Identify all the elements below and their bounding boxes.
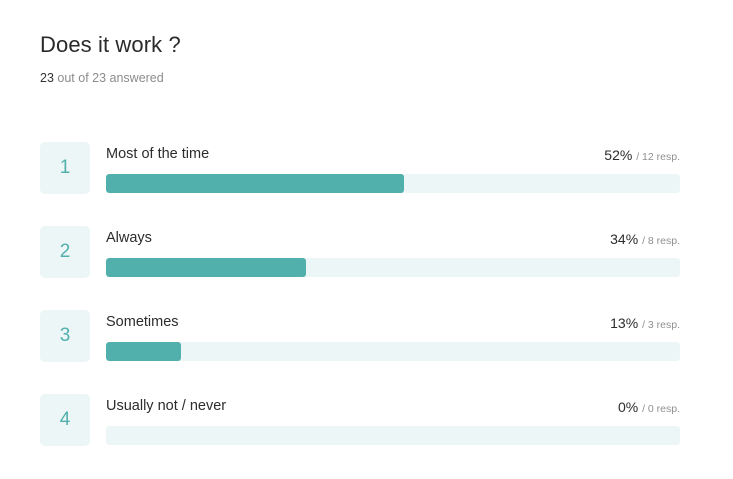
answered-summary: 23 out of 23 answered: [40, 71, 164, 85]
answer-percent: 0%: [617, 399, 639, 415]
answer-stats: 52% / 12 resp.: [604, 147, 680, 163]
answered-count: 23: [40, 71, 54, 85]
answer-responses: / 12 resp.: [636, 151, 680, 163]
answer-list: 1 Most of the time 52% / 12 resp. 2 Alwa…: [40, 142, 681, 478]
answer-percent: 34%: [610, 231, 639, 247]
answer-stats: 13% / 3 resp.: [610, 315, 680, 331]
answer-bar-track: [106, 426, 680, 445]
answer-label: Most of the time: [106, 146, 210, 162]
answer-responses: / 8 resp.: [642, 235, 680, 247]
answer-row: 2 Always 34% / 8 resp.: [40, 226, 681, 278]
answer-index: 1: [40, 142, 90, 194]
answer-label: Always: [106, 230, 152, 246]
answer-stats: 34% / 8 resp.: [610, 231, 680, 247]
answer-percent: 52%: [604, 147, 633, 163]
answer-row: 3 Sometimes 13% / 3 resp.: [40, 310, 681, 362]
answer-stats: 0% / 0 resp.: [618, 399, 680, 415]
answer-responses: / 3 resp.: [642, 319, 680, 331]
answer-percent: 13%: [610, 315, 639, 331]
answer-index: 2: [40, 226, 90, 278]
answer-row: 1 Most of the time 52% / 12 resp.: [40, 142, 681, 194]
answer-bar-track: [106, 258, 680, 277]
answer-bar-fill: [106, 174, 405, 193]
answer-label: Sometimes: [106, 314, 179, 330]
answer-bar-track: [106, 174, 680, 193]
answer-bar-fill: [106, 342, 181, 361]
answer-bar-track: [106, 342, 680, 361]
answer-index: 4: [40, 394, 90, 446]
answered-text: out of 23 answered: [57, 71, 164, 85]
question-title: Does it work ?: [40, 32, 181, 57]
answer-index: 3: [40, 310, 90, 362]
answer-bar-fill: [106, 258, 306, 277]
survey-result-card: Does it work ? 23 out of 23 answered 1 M…: [0, 0, 733, 479]
answer-row: 4 Usually not / never 0% / 0 resp.: [40, 394, 681, 446]
answer-responses: / 0 resp.: [642, 403, 680, 415]
answer-label: Usually not / never: [106, 398, 227, 414]
